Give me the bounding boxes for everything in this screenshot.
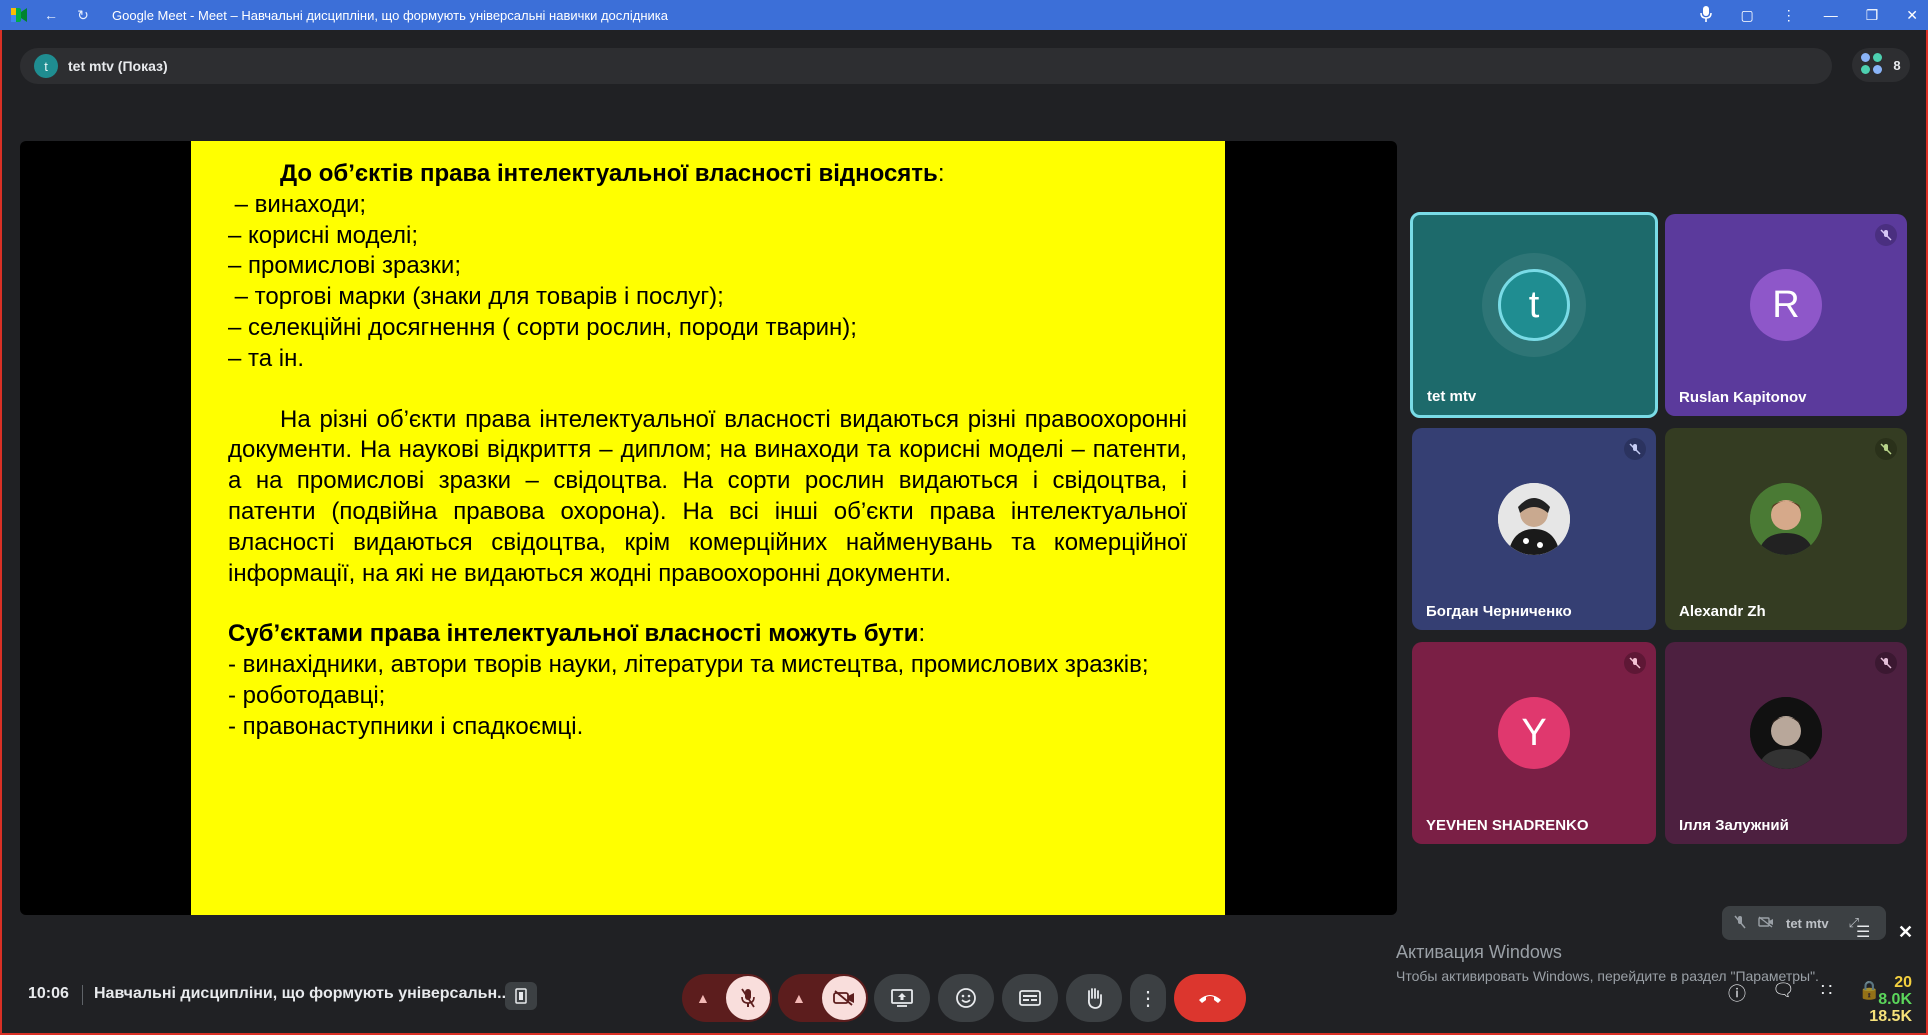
slide-list-item: – винаходи; — [228, 190, 367, 218]
participant-tile[interactable]: R Ruslan Kapitonov — [1665, 214, 1907, 416]
close-icon[interactable]: ✕ — [1898, 922, 1913, 943]
chat-icon[interactable]: 🗨 — [1772, 980, 1795, 1006]
camera-toggle-button[interactable] — [822, 976, 866, 1020]
chevron-up-icon: ▲ — [792, 990, 806, 1006]
presentation-area: До об’єктів права інтелектуальної власно… — [20, 141, 1397, 915]
browser-title: Google Meet - Meet – Навчальні дисциплін… — [112, 7, 668, 23]
info-icon[interactable]: ⓘ — [1728, 980, 1746, 1006]
mic-muted-icon — [1624, 438, 1646, 460]
chevron-up-icon: ▲ — [696, 990, 710, 1006]
participant-name: tet mtv — [1427, 388, 1477, 405]
camera-off-icon — [1758, 915, 1774, 931]
mic-options-button[interactable]: ▲ — [682, 974, 772, 1022]
avatar: R — [1750, 269, 1822, 341]
slide-list-item: – та ін. — [228, 344, 305, 372]
camera-options-button[interactable]: ▲ — [778, 974, 868, 1022]
mic-off-icon — [741, 988, 755, 1008]
participant-name: Ruslan Kapitonov — [1679, 389, 1807, 406]
avatar: Y — [1498, 697, 1570, 769]
net-stat: 20 — [1894, 974, 1912, 991]
windows-activation-title: Активация Windows — [1396, 942, 1562, 962]
captions-button[interactable] — [1002, 974, 1058, 1022]
participant-tile[interactable]: Богдан Черниченко — [1412, 428, 1656, 630]
avatar: t — [1498, 269, 1570, 341]
presenter-bar: t tet mtv (Показ) — [20, 48, 1832, 84]
participant-name: Alexandr Zh — [1679, 603, 1766, 620]
participant-name: Ілля Залужний — [1679, 817, 1789, 834]
participant-tile[interactable]: Ілля Залужний — [1665, 642, 1907, 844]
mic-toggle-button[interactable] — [726, 976, 770, 1020]
slide-paragraph: На різні об’єкти права інтелектуальної в… — [228, 405, 1187, 587]
participant-name: YEVHEN SHADRENKO — [1426, 817, 1589, 834]
presenter-label: tet mtv (Показ) — [68, 58, 168, 74]
reactions-button[interactable] — [938, 974, 994, 1022]
mic-muted-icon — [1624, 652, 1646, 674]
net-stat: 18.5K — [1869, 1008, 1912, 1025]
close-window-icon[interactable]: ✕ — [1906, 7, 1918, 24]
raise-hand-icon — [1087, 988, 1102, 1009]
mic-muted-icon — [1875, 438, 1897, 460]
net-stat: 8.0K — [1878, 991, 1912, 1008]
participant-photo — [1750, 483, 1822, 555]
mic-muted-icon — [1875, 652, 1897, 674]
side-panel-icons: ⓘ 🗨 ∷ 🔒 — [1728, 980, 1881, 1006]
mic-muted-icon — [1875, 224, 1897, 246]
restore-icon[interactable]: ❐ — [1866, 7, 1879, 24]
presentation-slide: До об’єктів права інтелектуальної власно… — [191, 141, 1225, 915]
leave-call-button[interactable] — [1174, 974, 1246, 1022]
slide-list-item: - винахідники, автори творів науки, літе… — [228, 651, 1149, 679]
more-vert-icon[interactable]: ⋮ — [1782, 7, 1796, 24]
meet-logo-icon — [10, 6, 28, 24]
extensions-icon[interactable]: ▢ — [1740, 7, 1753, 24]
participants-button[interactable]: 8 — [1852, 48, 1910, 82]
participant-tile[interactable]: Alexandr Zh — [1665, 428, 1907, 630]
raise-hand-button[interactable] — [1066, 974, 1122, 1022]
participant-tile[interactable]: t tet mtv — [1410, 212, 1658, 418]
reload-icon[interactable]: ↻ — [74, 6, 92, 24]
participant-tile[interactable]: Y YEVHEN SHADRENKO — [1412, 642, 1656, 844]
slide-subjects-heading: Суб’єктами права інтелектуальної власнос… — [228, 620, 926, 648]
host-controls-icon[interactable] — [505, 982, 537, 1010]
slide-list-item: - роботодавці; — [228, 681, 386, 709]
microphone-icon[interactable] — [1700, 5, 1713, 25]
participant-name: Богдан Черниченко — [1426, 603, 1572, 620]
browser-titlebar: ← ↻ Google Meet - Meet – Навчальні дисци… — [0, 0, 1928, 30]
emoji-icon — [956, 988, 976, 1008]
camera-off-icon — [833, 990, 854, 1006]
divider — [82, 985, 83, 1005]
back-arrow-icon[interactable]: ← — [42, 6, 60, 24]
participant-photo — [1498, 483, 1570, 555]
network-stats-overlay: 20 8.0K 18.5K — [1864, 974, 1912, 1025]
meeting-name: Навчальні дисципліни, що формують універ… — [94, 985, 511, 1002]
slide-heading: До об’єктів права інтелектуальної власно… — [280, 160, 945, 187]
slide-list-item: – корисні моделі; — [228, 221, 419, 249]
minimize-icon[interactable]: — — [1824, 7, 1838, 23]
more-vert-icon: ⋮ — [1138, 987, 1158, 1010]
participants-count: 8 — [1893, 57, 1901, 73]
present-screen-icon — [891, 989, 913, 1007]
captions-icon — [1019, 990, 1041, 1006]
slide-list-item: – селекційні досягнення ( сорти рослин, … — [228, 313, 857, 341]
people-icon — [1861, 53, 1885, 77]
slide-list-item: - правонаступники і спадкоємці. — [228, 712, 584, 740]
mic-off-icon — [1734, 915, 1746, 932]
activities-icon[interactable]: ∷ — [1821, 980, 1832, 1006]
list-icon[interactable]: ☰ — [1856, 922, 1870, 942]
present-screen-button[interactable] — [874, 974, 930, 1022]
slide-list-item: – промислові зразки; — [228, 252, 461, 280]
presenter-avatar: t — [34, 54, 58, 78]
meeting-clock: 10:06 — [28, 985, 69, 1002]
participant-photo — [1750, 697, 1822, 769]
slide-list-item: – торгові марки (знаки для товарів і пос… — [228, 283, 724, 311]
hang-up-icon — [1199, 995, 1221, 1003]
more-options-button[interactable]: ⋮ — [1130, 974, 1166, 1022]
self-view-name: tet mtv — [1786, 915, 1829, 931]
